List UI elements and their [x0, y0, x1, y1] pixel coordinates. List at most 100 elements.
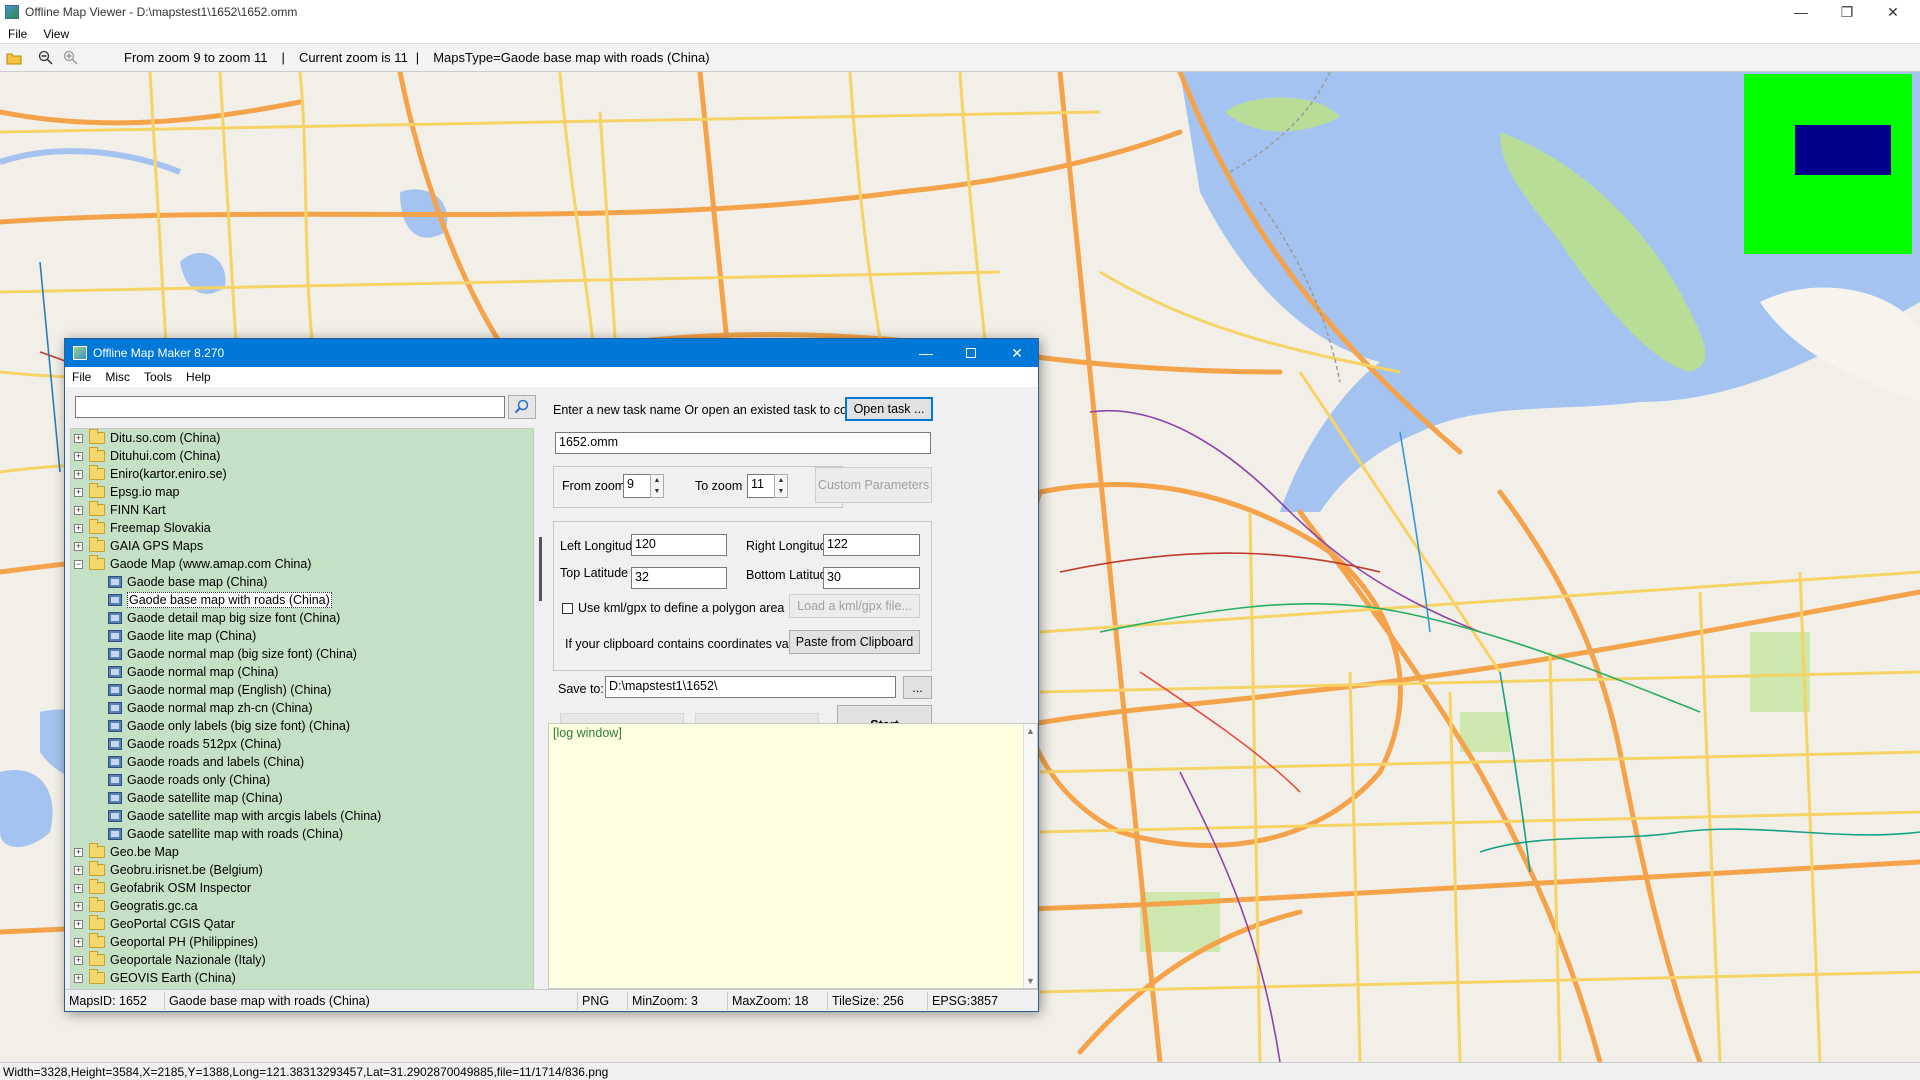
spin-down-icon[interactable]: ▼ — [651, 486, 663, 497]
log-scrollbar[interactable]: ▲ ▼ — [1023, 724, 1037, 988]
tree-leaf-item[interactable]: Gaode normal map zh-cn (China) — [71, 699, 313, 717]
tree-item-label: Gaode detail map big size font (China) — [127, 611, 341, 625]
browse-button[interactable]: ... — [903, 676, 932, 699]
tree-leaf-item[interactable]: Gaode only labels (big size font) (China… — [71, 717, 350, 735]
expand-icon[interactable]: + — [74, 433, 83, 443]
tree-folder-item[interactable]: + Geoportale Nazionale (Italy) — [71, 951, 266, 969]
tree-folder-item[interactable]: + Ditu.so.com (China) — [71, 429, 220, 447]
tree-leaf-item[interactable]: Gaode detail map big size font (China) — [71, 609, 340, 627]
tree-folder-item[interactable]: + GAIA GPS Maps — [71, 537, 203, 555]
open-folder-button[interactable] — [3, 47, 25, 69]
minimap[interactable] — [1744, 74, 1912, 254]
tree-item-label: Gaode satellite map with roads (China) — [127, 827, 344, 841]
tree-leaf-item[interactable]: Gaode satellite map with arcgis labels (… — [71, 807, 381, 825]
spin-up-icon[interactable]: ▲ — [651, 475, 663, 486]
tree-leaf-item[interactable]: Gaode roads only (China) — [71, 771, 270, 789]
zoom-in-button[interactable] — [60, 47, 82, 69]
tree-leaf-item[interactable]: Gaode roads and labels (China) — [71, 753, 304, 771]
maximize-icon — [966, 348, 976, 358]
menu-view[interactable]: View — [35, 27, 77, 41]
expand-icon[interactable]: + — [74, 523, 83, 533]
expand-icon[interactable]: + — [74, 955, 83, 965]
open-task-button[interactable]: Open task ... — [845, 397, 933, 421]
right-longitude-input[interactable]: 122 — [823, 534, 920, 556]
panel-splitter[interactable] — [539, 537, 542, 601]
expand-icon[interactable]: + — [74, 865, 83, 875]
top-latitude-input[interactable]: 32 — [631, 567, 727, 589]
tree-folder-item[interactable]: + Geofabrik OSM Inspector — [71, 879, 251, 897]
tile-size-cell: TileSize: 256 — [828, 991, 928, 1010]
tree-leaf-item[interactable]: Gaode base map (China) — [71, 573, 267, 591]
expand-icon[interactable]: + — [74, 487, 83, 497]
to-zoom-input[interactable]: 11 — [747, 474, 775, 498]
tree-leaf-item[interactable]: Gaode satellite map with roads (China) — [71, 825, 343, 843]
tree-leaf-item[interactable]: Gaode roads 512px (China) — [71, 735, 281, 753]
to-zoom-spinner[interactable]: ▲ ▼ — [774, 474, 788, 498]
tree-folder-item[interactable]: − Gaode Map (www.amap.com China) — [71, 555, 311, 573]
expand-icon[interactable]: + — [74, 505, 83, 515]
folder-open-icon — [89, 555, 105, 570]
tree-folder-item[interactable]: + Eniro(kartor.eniro.se) — [71, 465, 227, 483]
tree-folder-item[interactable]: + Geobru.irisnet.be (Belgium) — [71, 861, 263, 879]
spin-down-icon[interactable]: ▼ — [775, 486, 787, 497]
tree-leaf-item[interactable]: Gaode satellite map (China) — [71, 789, 283, 807]
search-button[interactable] — [508, 395, 536, 419]
folder-icon — [89, 879, 105, 894]
dialog-status-bar: MapsID: 1652 Gaode base map with roads (… — [65, 989, 1038, 1011]
tree-leaf-item[interactable]: Gaode base map with roads (China) — [71, 591, 332, 609]
minimap-viewport[interactable] — [1795, 125, 1891, 175]
tree-leaf-item[interactable]: Gaode normal map (big size font) (China) — [71, 645, 357, 663]
expand-icon[interactable]: + — [74, 541, 83, 551]
tree-folder-item[interactable]: + Epsg.io map — [71, 483, 179, 501]
dialog-menu-misc[interactable]: Misc — [98, 370, 137, 384]
scroll-down-icon[interactable]: ▼ — [1026, 976, 1035, 986]
tree-leaf-item[interactable]: Gaode normal map (English) (China) — [71, 681, 331, 699]
collapse-icon[interactable]: − — [74, 559, 83, 569]
expand-icon[interactable]: + — [74, 883, 83, 893]
tree-leaf-item[interactable]: Gaode lite map (China) — [71, 627, 256, 645]
custom-parameters-button[interactable]: Custom Parameters — [815, 467, 932, 503]
dialog-close-button[interactable]: ✕ — [994, 339, 1040, 367]
menu-file[interactable]: File — [0, 27, 35, 41]
dialog-menu-file[interactable]: File — [65, 370, 98, 384]
expand-icon[interactable]: + — [74, 919, 83, 929]
tree-folder-item[interactable]: + Geo.be Map — [71, 843, 179, 861]
from-zoom-input[interactable]: 9 — [623, 474, 651, 498]
map-search-input[interactable] — [75, 396, 505, 418]
dialog-maximize-button[interactable] — [948, 339, 994, 367]
paste-clipboard-button[interactable]: Paste from Clipboard — [789, 630, 920, 654]
tree-leaf-item[interactable]: Gaode normal map (China) — [71, 663, 278, 681]
expand-icon[interactable]: + — [74, 469, 83, 479]
offline-map-maker-dialog: Offline Map Maker 8.270 — ✕ File Misc To… — [64, 338, 1039, 1012]
tree-folder-item[interactable]: + Freemap Slovakia — [71, 519, 211, 537]
load-kml-button[interactable]: Load a kml/gpx file... — [789, 594, 920, 618]
spin-up-icon[interactable]: ▲ — [775, 475, 787, 486]
minimize-button[interactable]: — — [1778, 0, 1824, 24]
map-source-tree[interactable]: + Ditu.so.com (China) + Dituhui.com (China)… — [70, 428, 534, 990]
expand-icon[interactable]: + — [74, 451, 83, 461]
save-path-input[interactable]: D:\mapstest1\1652\ — [605, 676, 896, 698]
dialog-menu-help[interactable]: Help — [179, 370, 218, 384]
expand-icon[interactable]: + — [74, 901, 83, 911]
tree-folder-item[interactable]: + Geogratis.gc.ca — [71, 897, 198, 915]
expand-icon[interactable]: + — [74, 847, 83, 857]
left-longitude-input[interactable]: 120 — [631, 534, 727, 556]
expand-icon[interactable]: + — [74, 937, 83, 947]
tree-folder-item[interactable]: + Dituhui.com (China) — [71, 447, 220, 465]
maximize-button[interactable]: ❐ — [1824, 0, 1870, 24]
zoom-out-button[interactable] — [35, 47, 57, 69]
from-zoom-spinner[interactable]: ▲ ▼ — [650, 474, 664, 498]
tree-folder-item[interactable]: + Geoportal PH (Philippines) — [71, 933, 258, 951]
close-button[interactable]: ✕ — [1870, 0, 1916, 24]
dialog-menu-tools[interactable]: Tools — [137, 370, 179, 384]
use-kml-checkbox[interactable] — [562, 603, 573, 614]
bottom-latitude-input[interactable]: 30 — [823, 567, 920, 589]
dialog-minimize-button[interactable]: — — [903, 339, 949, 367]
expand-icon[interactable]: + — [74, 973, 83, 983]
tree-folder-item[interactable]: + GeoPortal CGIS Qatar — [71, 915, 235, 933]
task-name-input[interactable]: 1652.omm — [555, 432, 931, 454]
tree-folder-item[interactable]: + GEOVIS Earth (China) — [71, 969, 236, 987]
scroll-up-icon[interactable]: ▲ — [1026, 726, 1035, 736]
tree-folder-item[interactable]: + FINN Kart — [71, 501, 166, 519]
log-window[interactable]: [log window] ▲ ▼ — [548, 723, 1038, 989]
